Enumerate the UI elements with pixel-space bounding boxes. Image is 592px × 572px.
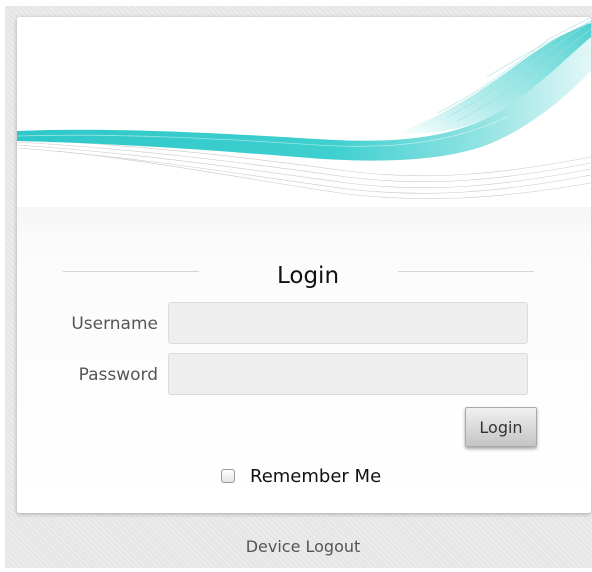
- remember-me-row: Remember Me: [221, 465, 381, 487]
- password-input[interactable]: [168, 353, 528, 395]
- username-input[interactable]: [168, 302, 528, 344]
- remember-me-checkbox[interactable]: [221, 469, 235, 483]
- title-divider-right: [398, 271, 534, 272]
- login-form: Login Username Password Login Remember M…: [17, 207, 591, 513]
- password-label: Password: [78, 365, 158, 385]
- login-title: Login: [276, 263, 340, 289]
- username-label: Username: [71, 314, 158, 334]
- header-banner-wave: [17, 17, 591, 207]
- login-card: Login Username Password Login Remember M…: [17, 17, 591, 513]
- device-logout-link[interactable]: Device Logout: [0, 537, 592, 556]
- remember-me-label[interactable]: Remember Me: [250, 466, 381, 487]
- login-button[interactable]: Login: [465, 407, 537, 447]
